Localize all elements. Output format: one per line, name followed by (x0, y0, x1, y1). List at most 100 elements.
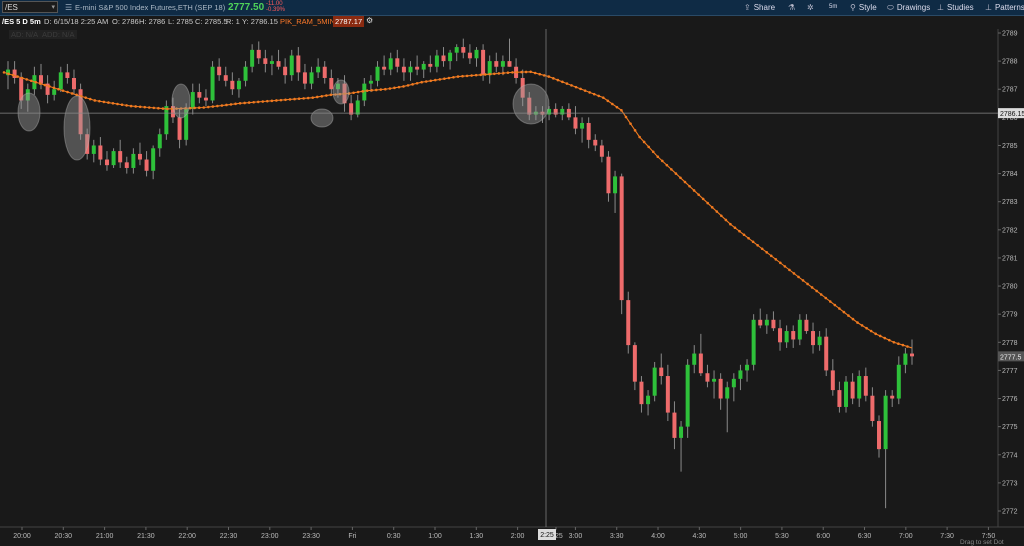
candle-body (672, 412, 677, 438)
ma-dot (452, 75, 455, 79)
ma-dot (70, 92, 74, 95)
ma-dot (588, 91, 591, 94)
ma-dot (393, 86, 396, 90)
x-tick-label: 20:30 (55, 533, 73, 540)
ma-dot (729, 222, 732, 226)
ma-dot (438, 78, 442, 81)
candle-body (395, 58, 400, 67)
candle-body (382, 66, 387, 70)
ma-dot (261, 100, 265, 103)
candle-body (764, 319, 769, 326)
candle-body (494, 61, 499, 67)
ma-dot (111, 101, 115, 105)
candle-body (71, 77, 76, 90)
candle-body (910, 353, 914, 357)
candle-body (824, 336, 829, 371)
ma-dot (674, 172, 678, 175)
ma-dot (402, 85, 405, 88)
candle-body (817, 336, 822, 346)
ma-dot (297, 97, 301, 101)
ma-dot (161, 107, 165, 110)
candle-body (236, 80, 241, 90)
ma-dot (20, 76, 24, 80)
ma-dot (256, 100, 260, 104)
candle-body (659, 367, 664, 377)
ma-dot (388, 87, 392, 90)
ma-dot (279, 98, 283, 102)
y-tick-label: 2789 (1002, 31, 1018, 38)
candle-body (177, 117, 182, 140)
candle-body (421, 63, 426, 70)
ma-dot (665, 163, 669, 167)
x-tick-label: 20:00 (13, 533, 31, 540)
ma-dot (225, 103, 228, 107)
chart-grid (0, 29, 1024, 528)
candle-body (263, 58, 268, 64)
ma-dot (143, 105, 147, 109)
ma-dot (529, 70, 532, 74)
price-chart[interactable]: 2772 2773 2774 2775 2776 2777 2778 2779 2780 2781… (0, 0, 1024, 546)
candle-body (797, 319, 802, 340)
ma-dot (11, 73, 15, 77)
ma-dot (125, 104, 128, 107)
ma-dot (592, 92, 596, 96)
candle-body (712, 378, 717, 382)
ma-dot (520, 70, 523, 74)
candle-body (355, 100, 360, 115)
ma-dot (606, 99, 610, 103)
x-tick-label: 5:30 (775, 533, 789, 540)
ma-dot (166, 107, 169, 111)
ma-dot (842, 310, 846, 314)
ma-dot (601, 96, 605, 99)
ma-dot (715, 210, 719, 213)
ma-dot (270, 99, 274, 103)
crosshair: 2786.15 2:25 2777.5 Drag to set Dot (0, 29, 1024, 546)
ma-dot (642, 140, 646, 144)
ma-dot (424, 80, 428, 83)
ma-dot (783, 265, 787, 268)
candle-body (302, 72, 307, 84)
candle-body (104, 159, 109, 166)
candle-body (448, 52, 453, 62)
ma-dot (574, 85, 578, 89)
ma-dot (747, 236, 750, 240)
x-tick-label: 3:00 (569, 533, 583, 540)
candle-body (269, 61, 274, 64)
candle-body (151, 148, 156, 171)
ma-dot (152, 106, 156, 110)
candle-body (830, 370, 835, 391)
ma-dot (370, 88, 374, 92)
candle-body (705, 373, 710, 382)
ma-dot (107, 101, 110, 104)
highlight-ellipse (332, 79, 350, 105)
ma-dot (384, 87, 387, 91)
ma-dot (756, 243, 759, 247)
ma-dot (547, 75, 551, 78)
price-axis: 2772 2773 2774 2775 2776 2777 2778 2779 2780 2781… (998, 31, 1018, 516)
candle-body (368, 80, 373, 84)
y-tick-label: 2781 (1002, 255, 1018, 262)
ma-dot (538, 72, 542, 76)
highlight-ellipses (17, 79, 550, 161)
y-tick-label: 2775 (1002, 424, 1018, 431)
x-tick-label: 4:30 (693, 533, 707, 540)
candle-body (639, 381, 644, 405)
ma-dot (724, 218, 728, 222)
candle-body (408, 66, 413, 73)
candle-body (573, 117, 578, 129)
y-tick-label: 2783 (1002, 199, 1018, 206)
ma-dot (202, 106, 206, 109)
candle-body (322, 66, 327, 78)
y-tick-label: 2787 (1002, 87, 1018, 94)
x-tick-label: 2:00 (511, 533, 525, 540)
ma-dot (474, 73, 478, 77)
ma-dot (824, 296, 828, 300)
x-tick-label: 22:30 (220, 533, 238, 540)
candle-body (309, 72, 314, 84)
candle-body (507, 61, 512, 67)
candle-body (784, 331, 789, 343)
ma-dot (302, 97, 305, 100)
candle-body (903, 353, 908, 365)
candle-body (243, 66, 248, 81)
candle-body (850, 381, 855, 399)
